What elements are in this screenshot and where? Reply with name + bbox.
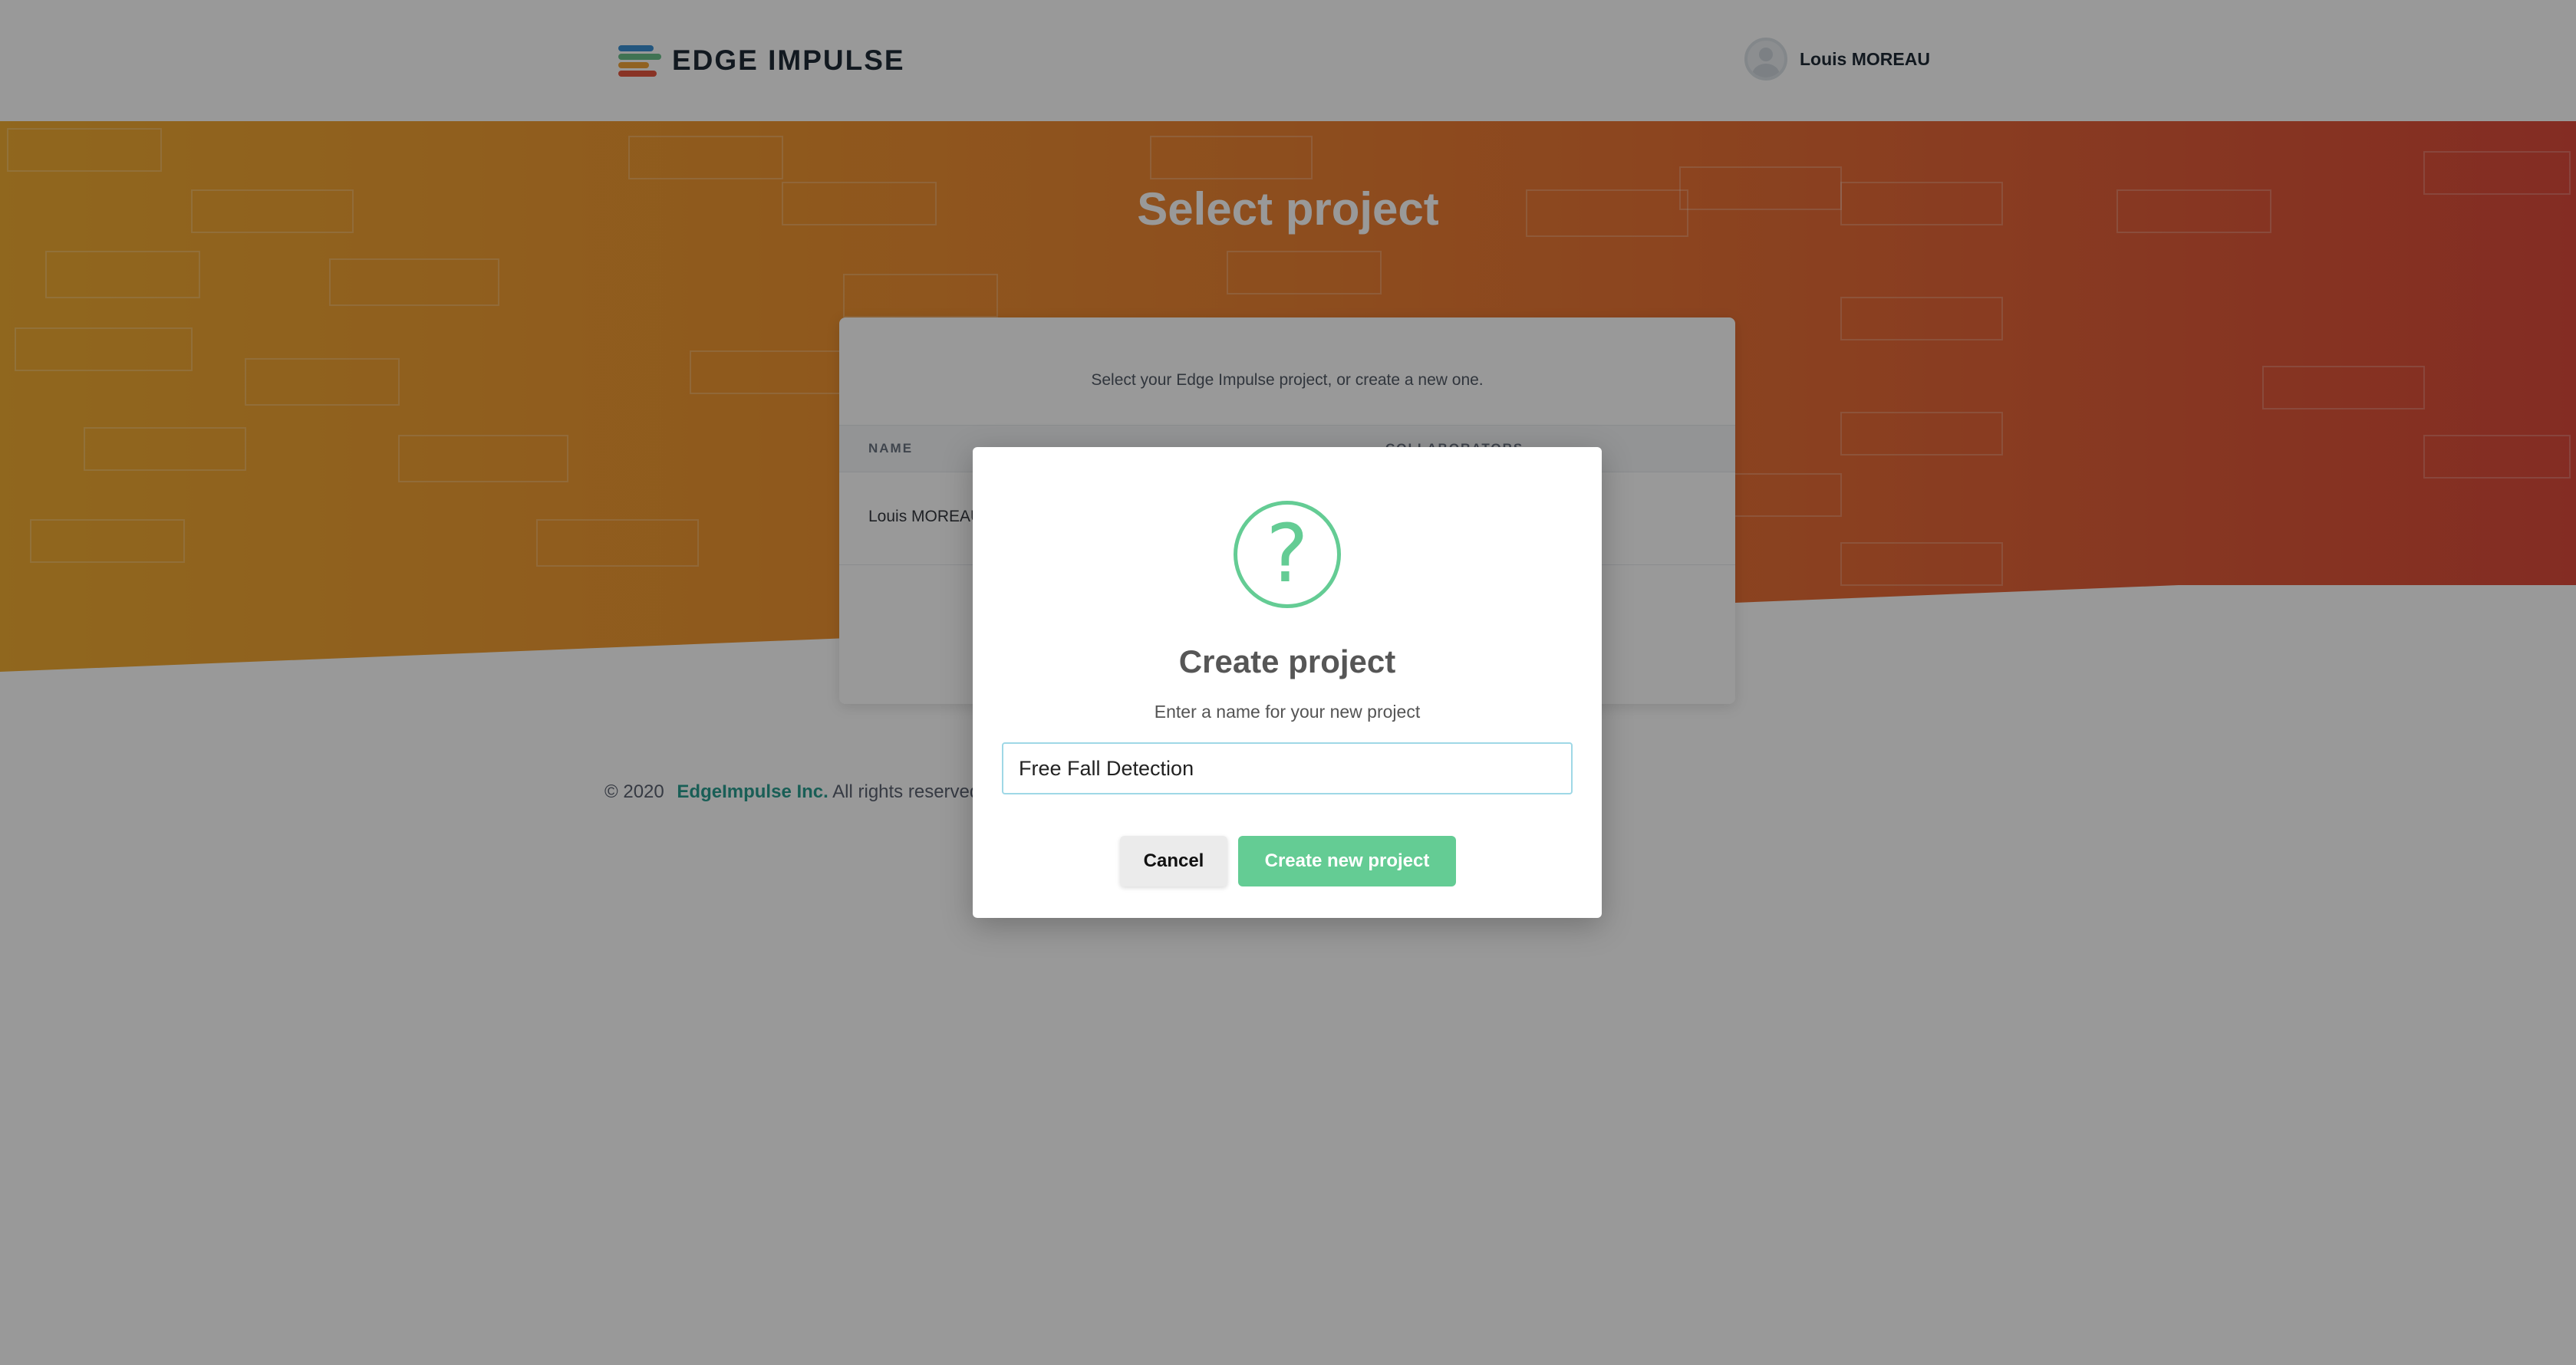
question-circle-icon: ?: [1234, 501, 1341, 608]
create-project-dialog: ? Create project Enter a name for your n…: [973, 447, 1602, 918]
cancel-button[interactable]: Cancel: [1120, 836, 1227, 886]
create-project-button[interactable]: Create new project: [1238, 836, 1456, 886]
dialog-subtitle: Enter a name for your new project: [1154, 702, 1421, 722]
project-name-input[interactable]: [1002, 742, 1573, 794]
dialog-title: Create project: [1178, 643, 1396, 679]
